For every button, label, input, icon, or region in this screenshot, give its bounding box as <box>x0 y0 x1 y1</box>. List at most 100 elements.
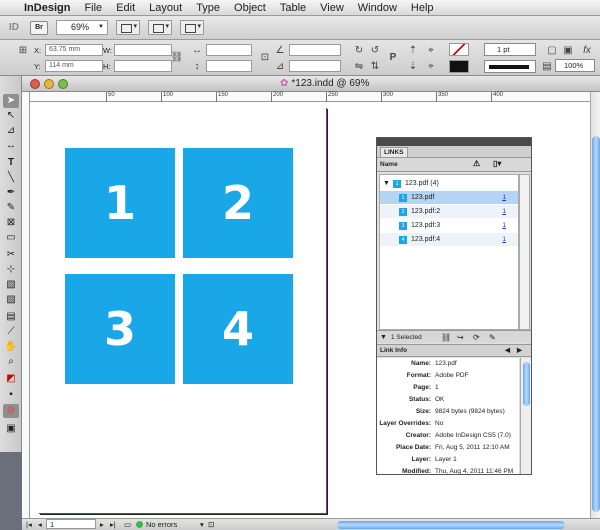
document-page[interactable]: 1 2 3 4 <box>39 108 327 514</box>
stroke-type-select[interactable] <box>484 60 536 73</box>
vertical-scrollbar[interactable] <box>590 92 600 518</box>
fill-stroke-icon[interactable]: ◩ <box>3 372 19 386</box>
link-row[interactable]: 1 123.pdf 1 <box>380 191 518 204</box>
link-page[interactable]: 1 <box>502 233 506 246</box>
formatting-affects-icon[interactable]: ▪ <box>3 388 19 402</box>
horizontal-ruler[interactable]: 50 100 150 200 250 300 350 400 <box>30 92 590 102</box>
preflight-errors-label[interactable]: No errors <box>146 520 177 529</box>
links-list-scrollbar[interactable] <box>519 174 530 330</box>
pen-tool-icon[interactable]: ✒ <box>3 186 19 200</box>
hand-tool-icon[interactable]: ✋ <box>3 340 19 354</box>
menu-layout[interactable]: Layout <box>149 2 182 14</box>
toggle-info-icon[interactable]: ▼ <box>380 331 387 344</box>
zoom-tool-icon[interactable]: ⌕ <box>3 355 19 369</box>
opacity-field[interactable]: 100% <box>555 59 595 72</box>
link-page[interactable]: 1 <box>502 219 506 232</box>
menu-object[interactable]: Object <box>234 2 266 14</box>
page-tool-icon[interactable]: ⊿ <box>3 124 19 138</box>
line-tool-icon[interactable]: ╲ <box>3 171 19 185</box>
relink-icon[interactable]: ⛓ <box>441 331 451 344</box>
menu-type[interactable]: Type <box>196 2 220 14</box>
scale-y-field[interactable] <box>206 60 252 72</box>
view-options-button[interactable] <box>116 20 140 35</box>
link-info-scroll-thumb[interactable] <box>523 362 530 406</box>
column-name[interactable]: Name <box>380 161 398 168</box>
arrange-documents-button[interactable] <box>180 20 204 35</box>
close-window-icon[interactable] <box>30 79 40 89</box>
content-grabber-icon[interactable]: ⊡ <box>258 51 272 65</box>
shear-field[interactable] <box>289 60 341 72</box>
link-page[interactable]: 1 <box>502 191 506 204</box>
zoom-window-icon[interactable] <box>58 79 68 89</box>
menu-file[interactable]: File <box>84 2 102 14</box>
image-tile-3[interactable]: 3 <box>65 274 175 384</box>
menu-help[interactable]: Help <box>411 2 434 14</box>
menu-window[interactable]: Window <box>358 2 397 14</box>
gradient-feather-tool-icon[interactable]: ▨ <box>3 293 19 307</box>
type-tool-icon[interactable]: T <box>3 156 19 170</box>
vertical-ruler[interactable] <box>22 92 30 518</box>
flip-vertical-icon[interactable]: ⇅ <box>368 60 382 74</box>
tab-links[interactable]: LINKS <box>380 147 408 157</box>
gradient-swatch-tool-icon[interactable]: ▧ <box>3 278 19 292</box>
fill-swatch[interactable] <box>449 43 469 56</box>
previous-link-icon[interactable]: ◀ <box>505 345 510 357</box>
stroke-swatch[interactable] <box>449 60 469 73</box>
next-page-icon[interactable]: ▸ <box>100 520 104 529</box>
drop-shadow-icon[interactable]: ▣ <box>561 44 575 58</box>
panel-header-bar[interactable] <box>377 138 531 146</box>
apply-none-icon[interactable]: ⊘ <box>3 404 19 418</box>
disclosure-triangle-icon[interactable]: ▼ <box>383 177 390 190</box>
image-tile-4[interactable]: 4 <box>183 274 293 384</box>
menu-view[interactable]: View <box>320 2 344 14</box>
eyedropper-tool-icon[interactable]: ⟋ <box>3 325 19 339</box>
x-position-field[interactable]: 63.75 mm <box>45 44 103 56</box>
edit-original-icon[interactable]: ✎ <box>489 331 496 344</box>
scissors-tool-icon[interactable]: ✂ <box>3 248 19 262</box>
link-page[interactable]: 1 <box>502 205 506 218</box>
rectangle-tool-icon[interactable]: ▭ <box>3 231 19 245</box>
select-next-icon[interactable]: ⌖ <box>424 60 438 74</box>
preflight-menu-icon[interactable]: ▾ <box>200 520 204 529</box>
selection-tool-icon[interactable]: ➤ <box>3 94 19 108</box>
menu-table[interactable]: Table <box>280 2 306 14</box>
gap-tool-icon[interactable]: ↔ <box>3 139 19 153</box>
rotate-cw-icon[interactable]: ↻ <box>352 44 366 58</box>
status-column-icon[interactable]: ⚠ <box>473 159 480 168</box>
link-row[interactable]: 4 123.pdf:4 1 <box>380 233 518 246</box>
bridge-button[interactable]: Br <box>30 20 48 35</box>
select-previous-icon[interactable]: ⌖ <box>424 44 438 58</box>
page-column-icon[interactable]: ▯▾ <box>493 159 501 168</box>
width-field[interactable] <box>114 44 172 56</box>
next-link-icon[interactable]: ▶ <box>517 345 522 357</box>
zoom-level-select[interactable]: 69% <box>56 20 108 35</box>
stroke-weight-field[interactable]: 1 pt <box>484 43 536 56</box>
rotate-ccw-icon[interactable]: ↺ <box>368 44 382 58</box>
rectangle-frame-tool-icon[interactable]: ⊠ <box>3 216 19 230</box>
preflight-panel-icon[interactable]: ⊡ <box>208 520 214 529</box>
constrain-proportions-icon[interactable]: ⛓ <box>170 51 184 65</box>
select-content-icon[interactable]: ⇣ <box>406 60 420 74</box>
effects-icon[interactable]: ▢ <box>545 44 559 58</box>
minimize-window-icon[interactable] <box>44 79 54 89</box>
horizontal-scroll-thumb[interactable] <box>337 521 565 529</box>
previous-page-icon[interactable]: ◂ <box>38 520 42 529</box>
vertical-scroll-thumb[interactable] <box>592 136 600 512</box>
first-page-icon[interactable]: |◂ <box>26 520 32 529</box>
menu-edit[interactable]: Edit <box>116 2 135 14</box>
app-menu[interactable]: InDesign <box>24 2 70 14</box>
last-page-icon[interactable]: ▸| <box>110 520 116 529</box>
image-tile-1[interactable]: 1 <box>65 148 175 258</box>
go-to-link-icon[interactable]: ↪ <box>457 331 464 344</box>
scale-x-field[interactable] <box>206 44 252 56</box>
link-group-row[interactable]: ▼ 1 123.pdf (4) <box>380 177 518 190</box>
link-row[interactable]: 3 123.pdf:3 1 <box>380 219 518 232</box>
open-file-icon[interactable]: ▭ <box>124 520 131 529</box>
y-position-field[interactable]: 114 mm <box>45 60 103 72</box>
free-transform-tool-icon[interactable]: ⊹ <box>3 263 19 277</box>
direct-selection-tool-icon[interactable]: ↖ <box>3 109 19 123</box>
fx-icon[interactable]: fx <box>580 44 594 58</box>
pencil-tool-icon[interactable]: ✎ <box>3 201 19 215</box>
height-field[interactable] <box>114 60 172 72</box>
reference-point-icon[interactable]: ⊞ <box>16 44 30 58</box>
